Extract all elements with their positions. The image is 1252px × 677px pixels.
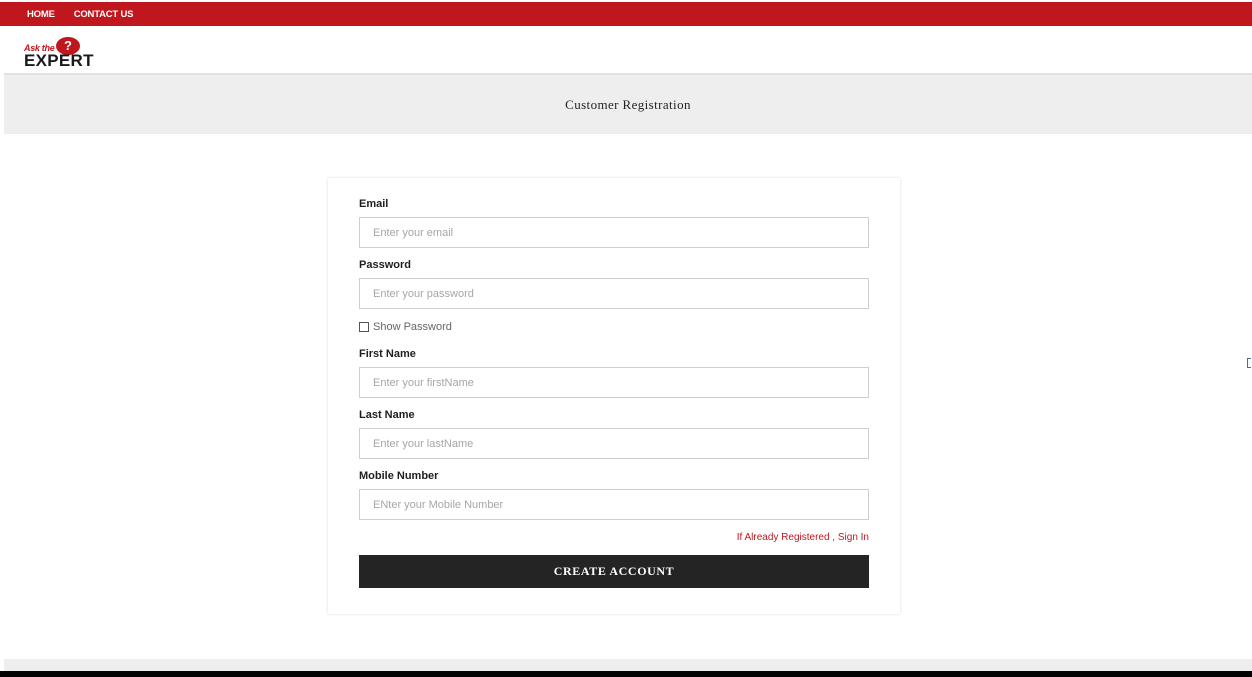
password-label: Password (359, 259, 411, 271)
email-field[interactable] (359, 217, 869, 248)
page-title: Customer Registration (565, 96, 691, 112)
first-name-field[interactable] (359, 367, 869, 398)
logo-text-expert: EXPERT (24, 51, 94, 70)
ask-the-expert-logo[interactable]: Ask the ? EXPERT (24, 37, 104, 70)
footer-bottom-bar (0, 671, 1252, 677)
last-name-label: Last Name (359, 409, 415, 421)
last-name-field[interactable] (359, 428, 869, 459)
password-field[interactable] (359, 278, 869, 309)
footer-strip (4, 659, 1252, 671)
show-password-label: Show Password (373, 321, 452, 333)
email-label: Email (359, 198, 389, 210)
mobile-number-label: Mobile Number (359, 470, 439, 482)
page-banner: Customer Registration (4, 73, 1252, 134)
first-name-label: First Name (359, 348, 416, 360)
create-account-button[interactable]: CREATE ACCOUNT (359, 555, 869, 588)
registration-form-card: Email Password Show Password First Name … (328, 178, 900, 614)
nav-home-link[interactable]: HOME (27, 9, 55, 20)
show-password-checkbox[interactable] (359, 322, 369, 332)
show-password-toggle[interactable]: Show Password (359, 321, 452, 333)
side-bracket-mark (1247, 358, 1251, 368)
top-nav-bar: HOME CONTACT US (0, 2, 1252, 26)
sign-in-link[interactable]: If Already Registered , Sign In (737, 532, 869, 543)
mobile-number-field[interactable] (359, 489, 869, 520)
nav-contact-link[interactable]: CONTACT US (74, 9, 134, 20)
